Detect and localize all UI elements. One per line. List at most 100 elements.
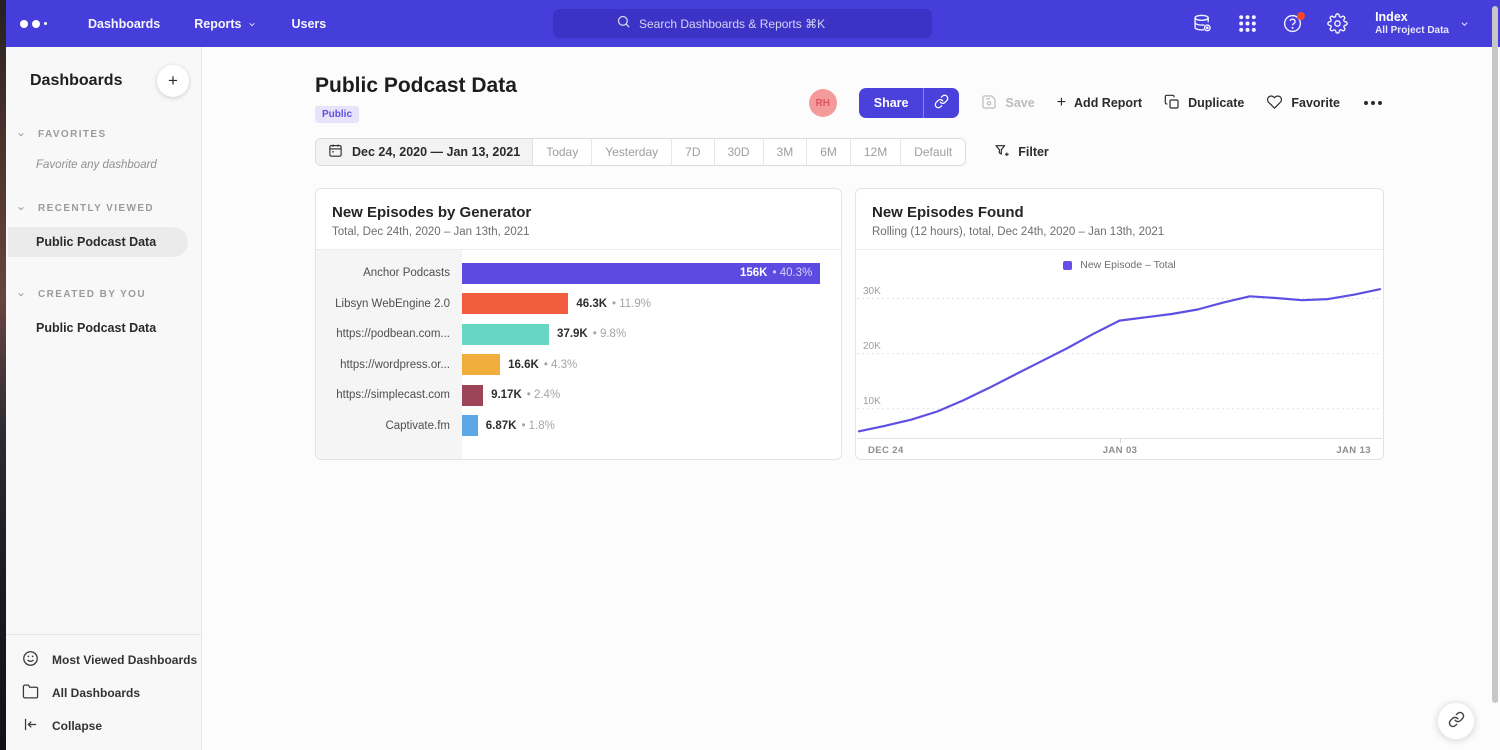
bar-category-label: https://podbean.com... xyxy=(316,328,462,340)
bar-category-label: Libsyn WebEngine 2.0 xyxy=(316,298,462,310)
y-axis-label: 10K xyxy=(863,396,881,407)
card-subtitle: Total, Dec 24th, 2020 – Jan 13th, 2021 xyxy=(332,226,825,238)
preset-today[interactable]: Today xyxy=(533,139,592,165)
bar-chart-card: New Episodes by Generator Total, Dec 24t… xyxy=(315,188,842,460)
chart-legend: New Episode – Total xyxy=(856,252,1383,278)
project-switcher[interactable]: Index All Project Data xyxy=(1375,10,1470,37)
funnel-plus-icon xyxy=(994,143,1010,162)
share-split-button: Share xyxy=(859,88,960,118)
duplicate-button[interactable]: Duplicate xyxy=(1164,94,1244,113)
apps-grid-icon[interactable] xyxy=(1236,13,1258,35)
bar-category-label: Captivate.fm xyxy=(316,420,462,432)
bar-category-label: Anchor Podcasts xyxy=(316,267,462,279)
bar[interactable] xyxy=(462,324,549,345)
preset-7d[interactable]: 7D xyxy=(672,139,714,165)
project-subtitle: All Project Data xyxy=(1375,25,1449,37)
collapse-sidebar-button[interactable]: Collapse xyxy=(6,709,201,742)
section-created-by-you[interactable]: CREATED BY YOU xyxy=(6,285,201,303)
bar-category-label: https://simplecast.com xyxy=(316,389,462,401)
line-plot: 10K 20K 30K xyxy=(857,282,1382,439)
bar-row: https://podbean.com... 37.9K• 9.8% xyxy=(316,319,841,350)
date-presets: TodayYesterday7D30D3M6M12MDefault xyxy=(533,139,965,165)
nav-item-reports[interactable]: Reports xyxy=(194,17,257,31)
vertical-scrollbar[interactable] xyxy=(1492,6,1498,703)
bar-chart-rows: Anchor Podcasts 156K• 40.3% Libsyn WebEngi… xyxy=(316,258,841,441)
preset-12m[interactable]: 12M xyxy=(851,139,901,165)
all-dashboards-button[interactable]: All Dashboards xyxy=(6,676,201,709)
line-chart-card: New Episodes Found Rolling (12 hours), t… xyxy=(855,188,1384,460)
chevron-down-icon xyxy=(16,285,26,303)
avatar[interactable]: RH xyxy=(809,89,837,117)
sidebar-item-public-podcast-data[interactable]: Public Podcast Data xyxy=(8,227,188,257)
more-options-button[interactable] xyxy=(1362,95,1384,111)
bar-row: Anchor Podcasts 156K• 40.3% xyxy=(316,258,841,289)
floating-link-button[interactable] xyxy=(1437,702,1475,740)
y-axis-label: 20K xyxy=(863,341,881,352)
date-range-button[interactable]: Dec 24, 2020 — Jan 13, 2021 xyxy=(316,139,533,165)
project-name: Index xyxy=(1375,10,1449,25)
bar[interactable] xyxy=(462,385,483,406)
data-sources-icon[interactable] xyxy=(1191,13,1213,35)
card-title: New Episodes by Generator xyxy=(332,204,825,221)
chevron-down-icon xyxy=(247,17,257,31)
notification-dot xyxy=(1297,12,1305,20)
preset-3m[interactable]: 3M xyxy=(764,139,808,165)
add-dashboard-button[interactable]: + xyxy=(157,65,189,97)
bar-value-label: 9.17K• 2.4% xyxy=(491,389,560,401)
bar[interactable]: 156K• 40.3% xyxy=(462,263,820,284)
settings-gear-icon[interactable] xyxy=(1326,13,1348,35)
bar[interactable] xyxy=(462,354,500,375)
help-icon[interactable] xyxy=(1281,13,1303,35)
bar[interactable] xyxy=(462,293,568,314)
favorite-button[interactable]: Favorite xyxy=(1266,94,1340,113)
search-icon xyxy=(616,14,631,34)
nav-item-dashboards[interactable]: Dashboards xyxy=(88,17,160,31)
plus-icon: + xyxy=(1057,96,1066,110)
x-axis-label: JAN 03 xyxy=(1103,445,1138,456)
bar-value-label: 156K• 40.3% xyxy=(740,267,812,279)
preset-6m[interactable]: 6M xyxy=(807,139,851,165)
public-badge: Public xyxy=(315,106,359,123)
share-link-button[interactable] xyxy=(923,88,959,118)
y-axis-label: 30K xyxy=(863,286,881,297)
x-axis-label: JAN 13 xyxy=(1336,445,1371,456)
bar-row: Captivate.fm 6.87K• 1.8% xyxy=(316,411,841,442)
search-input[interactable] xyxy=(639,17,869,31)
sidebar-title: Dashboards xyxy=(30,72,122,90)
legend-label: New Episode – Total xyxy=(1080,259,1176,271)
collapse-left-icon xyxy=(22,716,39,736)
section-favorites[interactable]: FAVORITES xyxy=(6,125,201,143)
preset-yesterday[interactable]: Yesterday xyxy=(592,139,672,165)
calendar-icon xyxy=(328,143,343,161)
chevron-down-icon xyxy=(16,125,26,143)
bar[interactable] xyxy=(462,415,478,436)
bar-value-label: 37.9K• 9.8% xyxy=(557,328,626,340)
section-recently-viewed[interactable]: RECENTLY VIEWED xyxy=(6,199,201,217)
background-edge-strip xyxy=(0,0,6,750)
nav-item-users[interactable]: Users xyxy=(291,17,326,31)
chevron-down-icon xyxy=(1459,15,1470,33)
share-button[interactable]: Share xyxy=(859,88,924,118)
bar-value-label: 16.6K• 4.3% xyxy=(508,359,577,371)
link-icon xyxy=(1448,711,1465,731)
global-search-field[interactable] xyxy=(553,9,932,38)
bar-value-label: 6.87K• 1.8% xyxy=(486,420,555,432)
bar-value-label: 46.3K• 11.9% xyxy=(576,298,651,310)
x-axis-label: DEC 24 xyxy=(868,445,904,456)
add-report-button[interactable]: + Add Report xyxy=(1057,96,1142,110)
chevron-down-icon xyxy=(16,199,26,217)
sidebar-item-public-podcast-data-created[interactable]: Public Podcast Data xyxy=(6,313,201,343)
app-logo-dots-icon[interactable] xyxy=(20,20,54,28)
preset-default[interactable]: Default xyxy=(901,139,965,165)
filter-button[interactable]: Filter xyxy=(994,143,1049,162)
heart-icon xyxy=(1266,94,1283,113)
sidebar: Dashboards + FAVORITES Favorite any dash… xyxy=(0,47,202,750)
folder-icon xyxy=(22,683,39,703)
link-icon xyxy=(934,94,949,112)
preset-30d[interactable]: 30D xyxy=(715,139,764,165)
top-navigation-bar: Dashboards Reports Users Index All Proje… xyxy=(0,0,1500,47)
x-axis-tick xyxy=(1120,438,1121,443)
bar-category-label: https://wordpress.or... xyxy=(316,359,462,371)
most-viewed-dashboards-button[interactable]: Most Viewed Dashboards xyxy=(6,643,201,676)
save-button[interactable]: Save xyxy=(981,94,1034,113)
